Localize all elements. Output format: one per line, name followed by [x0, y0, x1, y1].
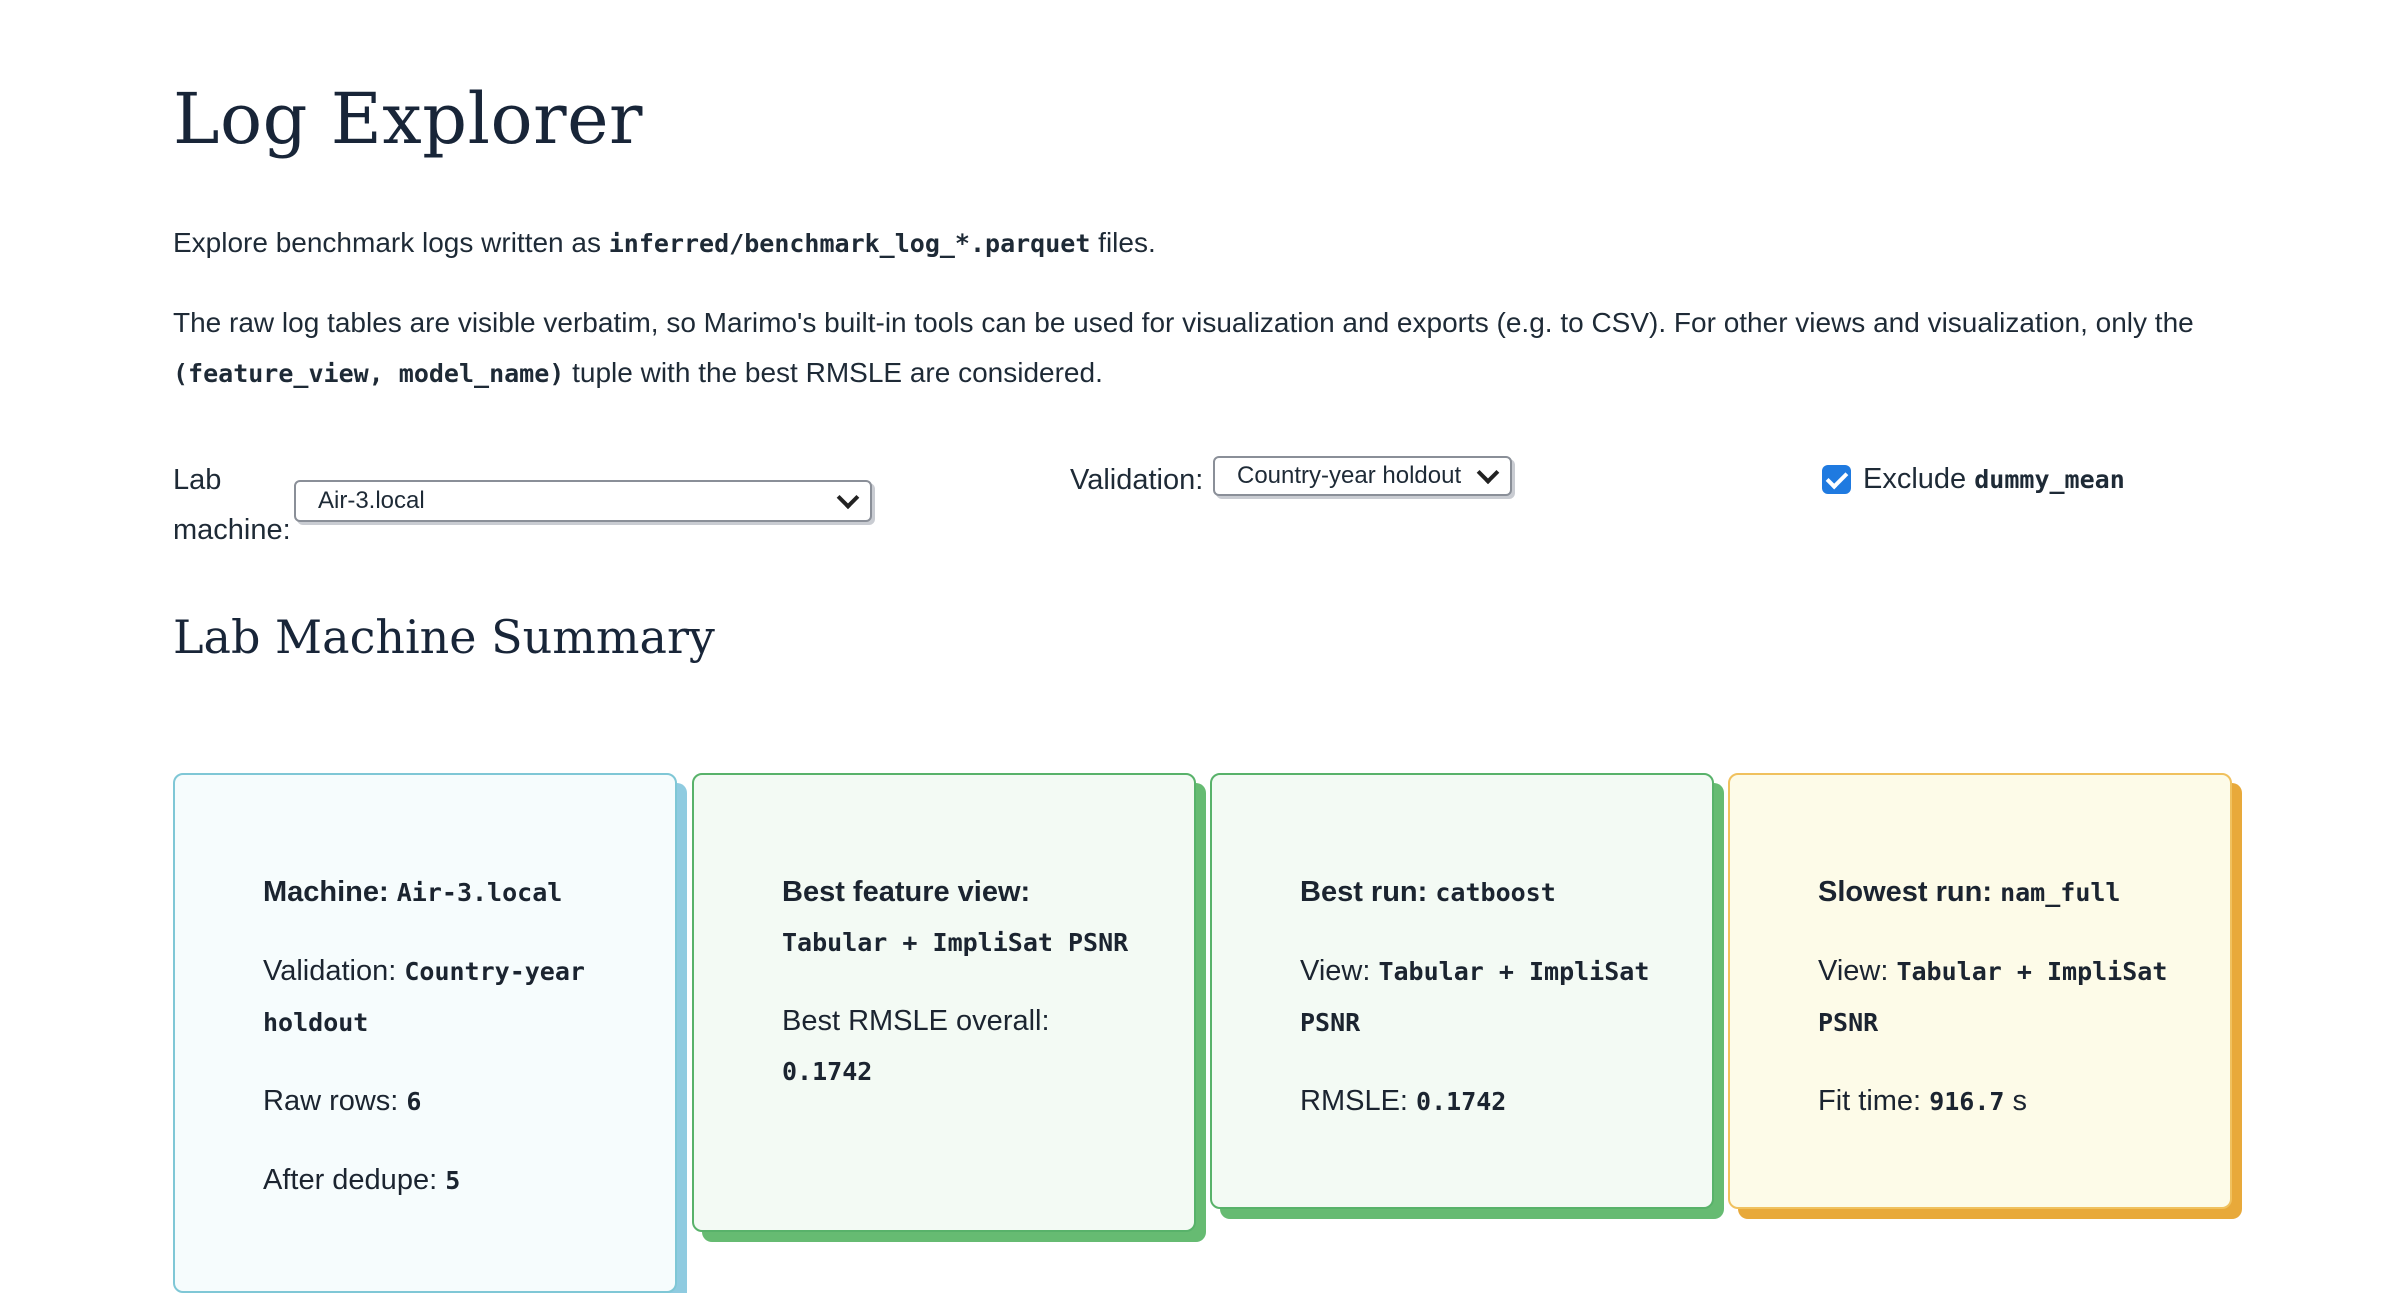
best-rmsle-line: Best RMSLE overall: 0.1742: [782, 1005, 1050, 1086]
section-title: Lab Machine Summary: [173, 610, 715, 664]
chevron-down-icon: [1476, 461, 1500, 485]
exclude-label: Exclude dummy_mean: [1863, 463, 2125, 495]
validation-line: Validation: Country-year holdout: [263, 955, 585, 1037]
lab-machine-select[interactable]: Air-3.local: [294, 480, 872, 522]
machine-line: Machine: Air-3.local: [263, 876, 563, 908]
validation-selected-value: Country-year holdout: [1237, 462, 1462, 489]
tuple-code: (feature_view, model_name): [173, 359, 565, 388]
best-feature-line: Best feature view: Tabular + ImpliSat PSN…: [782, 876, 1129, 957]
machine-summary-card: Machine: Air-3.local Validation: Country…: [173, 773, 677, 1293]
best-feature-card: Best feature view: Tabular + ImpliSat PSN…: [692, 773, 1196, 1232]
chevron-down-icon: [836, 486, 860, 510]
slowest-run-card: Slowest run: nam_full View: Tabular + Im…: [1728, 773, 2232, 1209]
run-view-line: View: Tabular + ImpliSat PSNR: [1300, 955, 1650, 1037]
intro-paragraph-1: Explore benchmark logs written as inferr…: [173, 227, 1156, 258]
slow-view-line: View: Tabular + ImpliSat PSNR: [1818, 955, 2168, 1037]
after-dedupe-line: After dedupe: 5: [263, 1164, 461, 1196]
log-path-code: inferred/benchmark_log_*.parquet: [608, 229, 1091, 258]
best-run-line: Best run: catboost: [1300, 876, 1556, 908]
best-run-card: Best run: catboost View: Tabular + Impli…: [1210, 773, 1714, 1209]
lab-machine-selected-value: Air-3.local: [318, 487, 425, 514]
validation-select[interactable]: Country-year holdout: [1213, 456, 1512, 496]
run-rmsle-line: RMSLE: 0.1742: [1300, 1085, 1507, 1117]
lab-machine-label: Lab machine:: [173, 464, 291, 546]
checkbox-checked-icon[interactable]: [1822, 465, 1851, 494]
page-title: Log Explorer: [173, 78, 643, 160]
raw-rows-line: Raw rows: 6: [263, 1085, 422, 1117]
validation-label: Validation:: [1070, 464, 1204, 496]
fit-time-line: Fit time: 916.7 s: [1818, 1085, 2028, 1117]
slowest-run-line: Slowest run: nam_full: [1818, 876, 2121, 908]
exclude-dummy-checkbox[interactable]: Exclude dummy_mean: [1822, 463, 2125, 496]
intro-paragraph-2: The raw log tables are visible verbatim,…: [173, 307, 2194, 388]
